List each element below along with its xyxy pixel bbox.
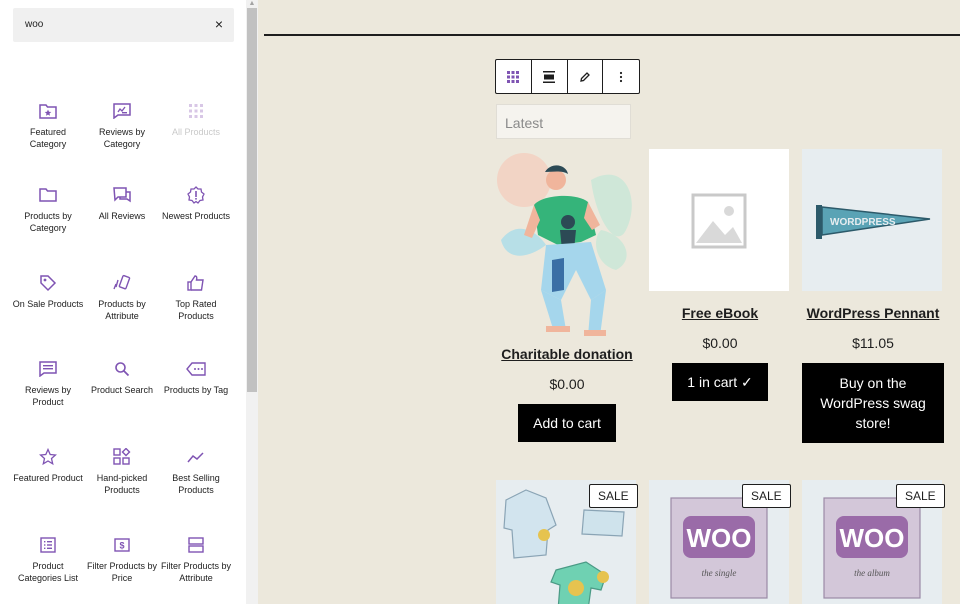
- block-label: Reviews by Product: [24, 385, 71, 407]
- block-item[interactable]: All Products: [159, 100, 233, 138]
- grid-icon[interactable]: [496, 60, 532, 93]
- block-label: Hand-picked Products: [96, 473, 148, 495]
- product-card: Charitable donation $0.00 Add to cart: [496, 150, 638, 442]
- filter-icon: [159, 534, 233, 556]
- block-item[interactable]: Product Search: [85, 358, 159, 396]
- separator-line: [264, 34, 960, 36]
- block-item[interactable]: Filter Products by Attribute: [159, 534, 233, 584]
- donation-illustration[interactable]: [496, 150, 636, 338]
- list-icon: [11, 534, 85, 556]
- block-label: Products by Category: [24, 211, 72, 233]
- scrollbar-thumb[interactable]: [247, 8, 257, 392]
- block-label: Top Rated Products: [175, 299, 217, 321]
- product-card: WORDPRESS WordPress Pennant $11.05 Buy o…: [802, 149, 944, 443]
- close-icon[interactable]: ×: [215, 16, 223, 32]
- product-price: $0.00: [702, 335, 738, 351]
- block-item[interactable]: Featured Category: [11, 100, 85, 150]
- block-label: Reviews by Category: [98, 127, 145, 149]
- block-toolbar: [495, 59, 640, 94]
- block-label: Featured Product: [13, 473, 83, 483]
- block-inserter-panel: × Featured Category Reviews by Category Al…: [0, 0, 258, 604]
- block-label: All Reviews: [98, 211, 146, 221]
- block-label: On Sale Products: [12, 299, 84, 309]
- product-price: $11.05: [852, 335, 894, 351]
- block-item[interactable]: $ Filter Products by Price: [85, 534, 159, 584]
- pennant-image[interactable]: WORDPRESS: [802, 149, 942, 291]
- thumbs-up-icon: [159, 272, 233, 294]
- block-label: Product Categories List: [17, 561, 79, 583]
- block-label: Filter Products by Attribute: [160, 561, 232, 583]
- exclamation-icon: [159, 184, 233, 206]
- svg-text:$: $: [119, 541, 124, 551]
- block-item[interactable]: Hand-picked Products: [85, 446, 159, 496]
- product-title[interactable]: WordPress Pennant: [802, 305, 944, 321]
- block-label: Best Selling Products: [172, 473, 220, 495]
- scroll-up-arrow-icon[interactable]: ▲: [246, 0, 258, 8]
- block-item[interactable]: Reviews by Product: [11, 358, 85, 408]
- pencil-icon[interactable]: [568, 60, 604, 93]
- block-label: Featured Category: [29, 127, 67, 149]
- buy-external-button[interactable]: Buy on the WordPress swag store!: [802, 363, 944, 443]
- sale-badge: SALE: [896, 484, 945, 508]
- cards-icon: [85, 272, 159, 294]
- woo-logo-text: WOO: [840, 523, 905, 553]
- block-label: All Products: [171, 127, 221, 137]
- block-item[interactable]: Product Categories List: [11, 534, 85, 584]
- editor-canvas[interactable]: Latest Charitable donation $0.00 Add to …: [258, 0, 960, 604]
- search-input[interactable]: [25, 19, 195, 30]
- block-item[interactable]: Products by Category: [11, 184, 85, 234]
- product-title[interactable]: Charitable donation: [496, 346, 638, 362]
- dollar-icon: $: [85, 534, 159, 556]
- product-price: $0.00: [549, 376, 585, 392]
- review-icon: [85, 100, 159, 122]
- in-cart-button[interactable]: 1 in cart ✓: [672, 363, 768, 401]
- search-icon: [85, 358, 159, 380]
- grid-icon: [159, 100, 233, 122]
- caption-text: the album: [854, 568, 890, 578]
- block-item[interactable]: On Sale Products: [11, 272, 85, 310]
- placeholder-image[interactable]: [649, 149, 789, 291]
- tag-icon: [11, 272, 85, 294]
- folder-icon: [11, 184, 85, 206]
- pennant-text: WORDPRESS: [830, 217, 896, 228]
- block-item[interactable]: Products by Tag: [159, 358, 233, 396]
- product-card: Free eBook $0.00 1 in cart ✓: [649, 149, 791, 401]
- widgets-icon: [85, 446, 159, 468]
- trend-icon: [159, 446, 233, 468]
- scrollbar[interactable]: ▲: [246, 0, 258, 604]
- block-label: Products by Attribute: [98, 299, 146, 321]
- more-icon[interactable]: [603, 60, 639, 93]
- sort-select[interactable]: Latest: [496, 104, 631, 139]
- block-label: Filter Products by Price: [86, 561, 158, 583]
- add-to-cart-button[interactable]: Add to cart: [518, 404, 616, 442]
- product-title[interactable]: Free eBook: [649, 305, 791, 321]
- block-search[interactable]: ×: [13, 8, 234, 42]
- folder-star-icon: [11, 100, 85, 122]
- block-label: Newest Products: [161, 211, 231, 221]
- woo-logo-text: WOO: [687, 523, 752, 553]
- caption-text: the single: [702, 568, 737, 578]
- sale-badge: SALE: [742, 484, 791, 508]
- block-item[interactable]: All Reviews: [85, 184, 159, 222]
- block-label: Product Search: [90, 385, 154, 395]
- star-icon: [11, 446, 85, 468]
- block-item[interactable]: Reviews by Category: [85, 100, 159, 150]
- sale-badge: SALE: [589, 484, 638, 508]
- block-item[interactable]: Featured Product: [11, 446, 85, 484]
- comment-lines-icon: [11, 358, 85, 380]
- block-item[interactable]: Products by Attribute: [85, 272, 159, 322]
- block-item[interactable]: Top Rated Products: [159, 272, 233, 322]
- block-item[interactable]: Best Selling Products: [159, 446, 233, 496]
- block-label: Products by Tag: [163, 385, 229, 395]
- block-item[interactable]: Newest Products: [159, 184, 233, 222]
- align-icon[interactable]: [532, 60, 568, 93]
- chat-icon: [85, 184, 159, 206]
- tag-dots-icon: [159, 358, 233, 380]
